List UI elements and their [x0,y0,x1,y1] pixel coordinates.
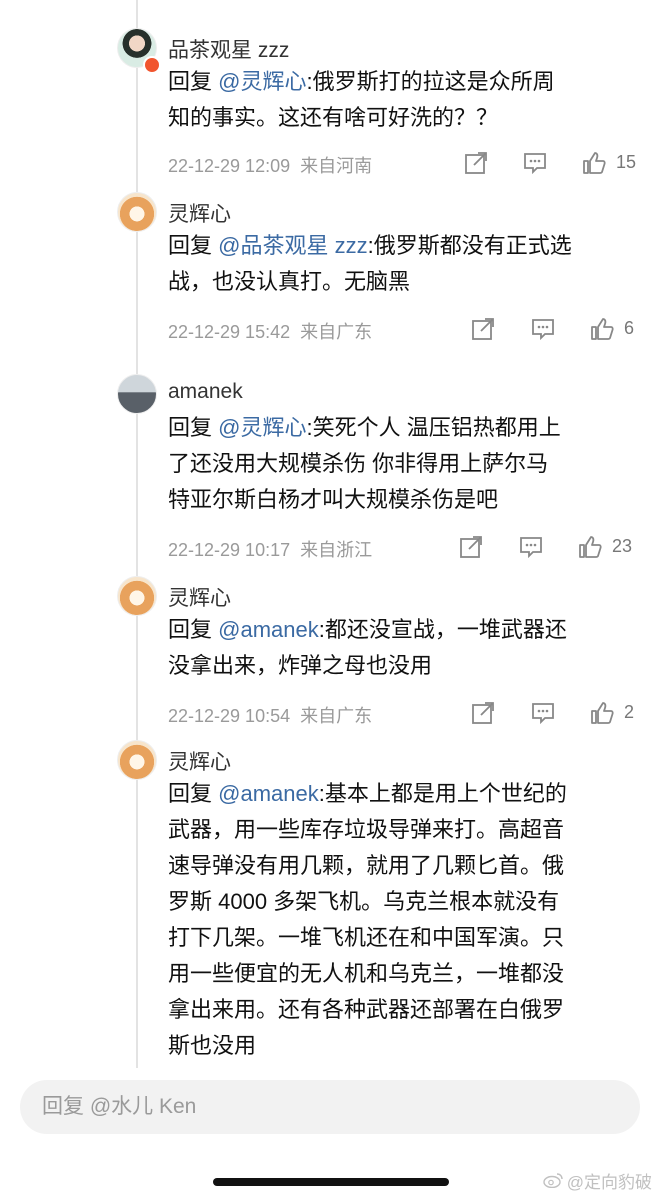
comment-icon[interactable] [530,316,556,342]
like-count: 23 [612,536,633,556]
mention-link[interactable]: @amanek [218,617,319,642]
location: 来自河南 [300,156,373,176]
like-icon[interactable] [589,316,615,342]
timestamp: 22-12-29 12:09 [168,156,291,176]
share-icon[interactable] [458,534,484,560]
avatar[interactable] [117,740,157,780]
comment-meta: 22-12-29 12:09 来自河南 15 [168,150,638,178]
watermark: @定向豹破 [543,1168,652,1193]
location: 来自浙江 [300,540,373,560]
mention-link[interactable]: @灵辉心 [218,69,306,94]
timestamp: 22-12-29 10:54 [168,706,291,726]
like-icon[interactable] [589,700,615,726]
timestamp: 22-12-29 10:17 [168,540,291,560]
thread-line [136,0,138,1068]
comment-line: 回复 @品茶观星 zzz:俄罗斯都没有正式选 [168,233,572,258]
comment-line: 用一些便宜的无人机和乌克兰，一堆都没 [168,961,565,986]
comment-line: 武器，用一些库存垃圾导弹来打。高超音 [168,817,565,842]
username[interactable]: amanek [168,380,243,404]
location: 来自广东 [300,706,373,726]
mention-link[interactable]: @amanek [218,781,319,806]
comment-line: 没拿出来，炸弹之母也没用 [168,653,433,678]
comment-meta-text: 22-12-29 15:42 来自广东 [168,318,372,344]
reply-input-placeholder: 回复 @水儿 Ken [42,1095,197,1118]
reply-input[interactable]: 回复 @水儿 Ken [20,1080,640,1134]
comment-meta-text: 22-12-29 12:09 来自河南 [168,152,372,178]
avatar[interactable] [117,576,157,616]
comment-text: 回复 @品茶观星 zzz:俄罗斯都没有正式选 战，也没认真打。无脑黑 [168,228,638,300]
comment-text: 回复 @灵辉心:俄罗斯打的拉这是众所周 知的事实。这还有啥可好洗的？？ [168,64,638,136]
watermark-text: @定向豹破 [566,1173,652,1192]
comment-meta: 22-12-29 10:54 来自广东 2 [168,700,638,728]
comment-line: 罗斯 4000 多架飞机。乌克兰根本就没有 [168,889,560,914]
comment-meta: 22-12-29 10:17 来自浙江 23 [168,534,638,562]
share-icon[interactable] [463,150,489,176]
username[interactable]: 灵辉心 [168,746,231,776]
comment-line: 知的事实。这还有啥可好洗的？？ [168,105,499,130]
like-icon[interactable] [577,534,603,560]
comment-line: 打下几架。一堆飞机还在和中国军演。只 [168,925,565,950]
comment-thread: 品茶观星 zzz 回复 @灵辉心:俄罗斯打的拉这是众所周 知的事实。这还有啥可好… [0,0,662,1068]
comment-line: 速导弹没有用几颗，就用了几颗匕首。俄 [168,853,565,878]
comment-line: 特亚尔斯白杨才叫大规模杀伤是吧 [168,487,499,512]
comment-line: 拿出来用。还有各种武器还部署在白俄罗 [168,997,565,1022]
username[interactable]: 品茶观星 zzz [168,34,289,64]
comment-meta-text: 22-12-29 10:54 来自广东 [168,702,372,728]
like-count: 15 [616,152,637,172]
like-count: 6 [624,318,635,338]
mention-link[interactable]: @品茶观星 zzz [218,233,367,258]
weibo-logo-icon [543,1172,563,1193]
like-count: 2 [624,702,635,722]
share-icon[interactable] [470,316,496,342]
comment-text: 回复 @amanek:基本上都是用上个世纪的 武器，用一些库存垃圾导弹来打。高超… [168,776,638,1064]
mention-link[interactable]: @灵辉心 [218,415,306,440]
comment-meta: 22-12-29 15:42 来自广东 6 [168,316,638,344]
share-icon[interactable] [470,700,496,726]
comment-line: 回复 @灵辉心:笑死个人 温压铝热都用上 [168,415,561,440]
avatar[interactable] [117,192,157,232]
home-indicator[interactable] [213,1178,449,1186]
comment-icon[interactable] [522,150,548,176]
avatar[interactable] [117,374,157,414]
location: 来自广东 [300,322,373,342]
comment-icon[interactable] [530,700,556,726]
comment-line: 战，也没认真打。无脑黑 [168,269,411,294]
username[interactable]: 灵辉心 [168,198,231,228]
comment-line: 斯也没用 [168,1033,257,1058]
comment-meta-text: 22-12-29 10:17 来自浙江 [168,536,372,562]
comment-text: 回复 @灵辉心:笑死个人 温压铝热都用上 了还没用大规模杀伤 你非得用上萨尔马 … [168,410,638,518]
comment-line: 回复 @amanek:基本上都是用上个世纪的 [168,781,567,806]
verified-badge-icon [143,56,161,74]
comment-line: 回复 @amanek:都还没宣战，一堆武器还 [168,617,567,642]
comment-line: 回复 @灵辉心:俄罗斯打的拉这是众所周 [168,69,555,94]
comment-line: 了还没用大规模杀伤 你非得用上萨尔马 [168,451,549,476]
timestamp: 22-12-29 15:42 [168,322,291,342]
comment-text: 回复 @amanek:都还没宣战，一堆武器还 没拿出来，炸弹之母也没用 [168,612,638,684]
username[interactable]: 灵辉心 [168,582,231,612]
comment-icon[interactable] [518,534,544,560]
like-icon[interactable] [581,150,607,176]
